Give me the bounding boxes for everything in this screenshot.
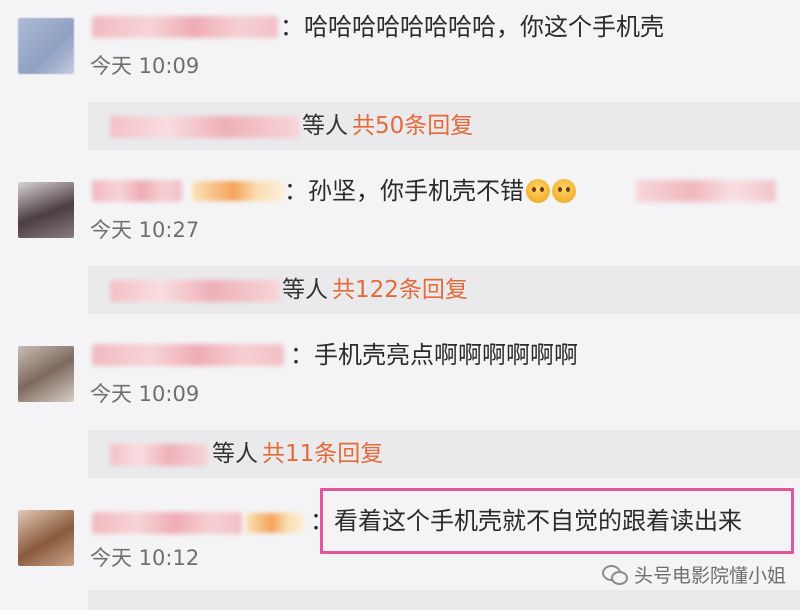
comment-meta-blurred [636,180,776,202]
comment-time: 今天 10:09 [90,54,200,78]
user-badge-blurred [246,513,304,533]
reply-summary[interactable]: 等人 共11条回复 [88,430,800,478]
avatar[interactable] [18,346,74,402]
reply-names-blurred [110,116,300,138]
reply-count-link[interactable]: 共122条回复 [332,277,468,303]
comment-time: 今天 10:12 [90,546,200,570]
highlight-frame [320,488,794,554]
reply-count-link[interactable]: 共50条回复 [352,113,473,139]
scared-face-emoji-icon [552,179,576,203]
comment-thread: ：哈哈哈哈哈哈哈哈，你这个手机壳 今天 10:09 等人 共50条回复 ：孙坚，你… [0,0,800,610]
comment-time: 今天 10:27 [90,218,200,242]
watermark: 头号电影院懂小姐 [601,560,786,588]
reply-who: 等人 [212,441,258,467]
reply-summary[interactable]: 等人 共122条回复 [88,266,800,314]
reply-names-blurred [110,280,280,302]
username-blurred[interactable] [92,344,284,366]
scared-face-emoji-icon [526,179,550,203]
wechat-icon [601,563,628,585]
avatar[interactable] [18,18,74,74]
avatar[interactable] [18,182,74,238]
username-blurred[interactable] [92,512,242,534]
reply-summary-partial [88,590,800,610]
username-blurred[interactable] [92,180,182,202]
reply-names-blurred [110,444,208,466]
reply-who: 等人 [282,277,328,303]
avatar[interactable] [18,510,74,566]
watermark-text: 头号电影院懂小姐 [633,564,786,587]
reply-summary[interactable]: 等人 共50条回复 [88,102,800,150]
user-badge-blurred [192,181,284,201]
comment-time: 今天 10:09 [90,382,200,406]
reply-who: 等人 [302,113,348,139]
comment-text: ：孙坚，你手机壳不错 [284,176,576,206]
comment-text: ：哈哈哈哈哈哈哈哈，你这个手机壳 [280,13,664,41]
comment-text: ：手机壳亮点啊啊啊啊啊啊 [290,341,578,369]
reply-count-link[interactable]: 共11条回复 [262,441,383,467]
comment-text-body: ：孙坚，你手机壳不错 [284,177,524,205]
username-blurred[interactable] [92,16,278,38]
